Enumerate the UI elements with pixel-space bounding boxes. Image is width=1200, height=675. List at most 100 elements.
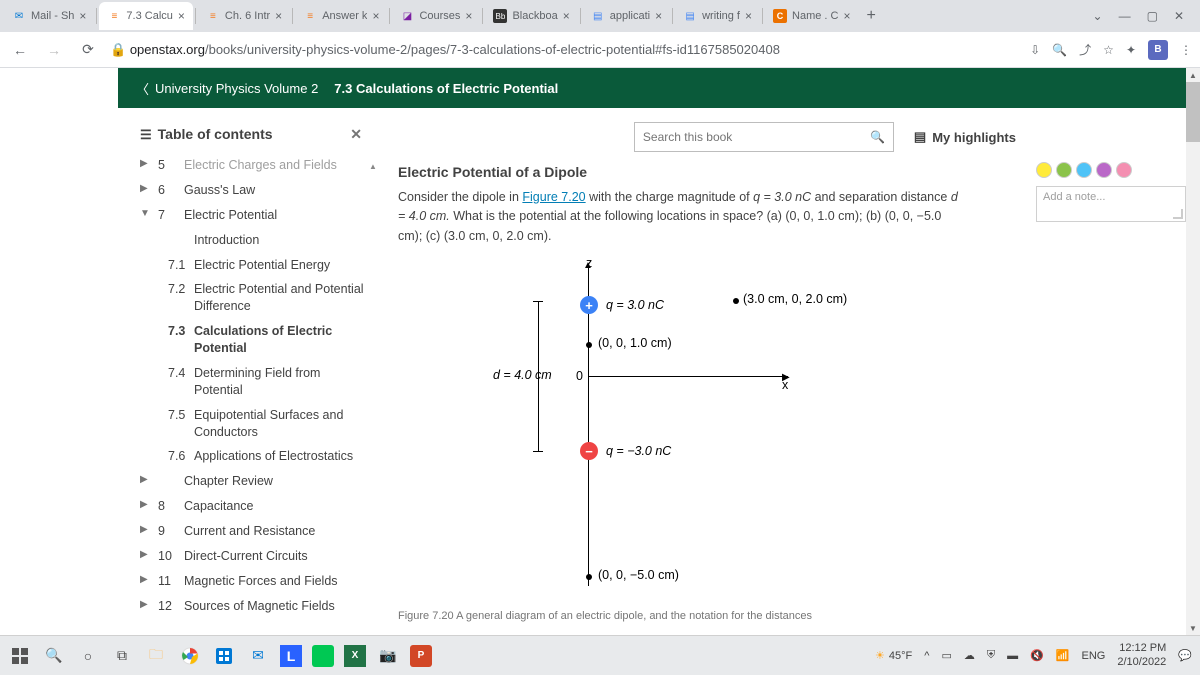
search-book-input[interactable]: 🔍 [634, 122, 894, 152]
tray-chevron-icon[interactable]: ^ [924, 650, 929, 662]
section-title: Electric Potential of a Dipole [398, 164, 1016, 180]
figure-link[interactable]: Figure 7.20 [522, 190, 585, 204]
tab-chegg[interactable]: CName . C× [765, 2, 858, 30]
store-icon[interactable] [212, 644, 236, 668]
chrome-icon[interactable] [178, 644, 202, 668]
volume-icon[interactable]: 🔇 [1030, 649, 1044, 662]
tab-writing[interactable]: ▤writing f× [675, 2, 760, 30]
highlight-color[interactable] [1056, 162, 1072, 178]
back-button[interactable]: ← [8, 38, 32, 62]
tab-courses[interactable]: ◪Courses× [392, 2, 480, 30]
positive-charge-icon: + [580, 296, 598, 314]
toc-item[interactable]: ▼7Electric Potential [118, 203, 370, 228]
forward-button[interactable]: → [42, 38, 66, 62]
new-tab-button[interactable]: + [859, 7, 884, 25]
highlight-color[interactable] [1096, 162, 1112, 178]
toc-item[interactable]: 7.5Equipotential Surfaces and Conductors [118, 403, 370, 445]
battery-icon[interactable]: ▭ [941, 649, 951, 662]
close-icon[interactable]: × [178, 9, 185, 23]
toc-item[interactable]: 7.6Applications of Electrostatics [118, 444, 370, 469]
book-back-link[interactable]: 〈 University Physics Volume 2 [136, 79, 318, 98]
close-icon[interactable]: × [465, 9, 472, 23]
close-icon[interactable]: × [563, 9, 570, 23]
language-indicator[interactable]: ENG [1082, 650, 1106, 662]
close-icon[interactable]: × [745, 9, 752, 23]
app-green-icon[interactable] [312, 645, 334, 667]
close-icon[interactable]: × [655, 9, 662, 23]
toc-item[interactable]: 7.2Electric Potential and Potential Diff… [118, 277, 370, 319]
d-label: d = 4.0 cm [493, 368, 552, 382]
explorer-icon[interactable]: 🗀 [144, 644, 168, 668]
minimize-icon[interactable]: — [1119, 9, 1131, 23]
book-header: 〈 University Physics Volume 2 7.3 Calcul… [118, 68, 1186, 108]
task-view-icon[interactable]: ⧉ [110, 644, 134, 668]
page-scrollbar[interactable]: ▲ ▼ [1186, 68, 1200, 635]
search-icon[interactable]: 🔍 [870, 130, 885, 144]
close-icon[interactable]: × [372, 9, 379, 23]
toc-close-button[interactable]: ✕ [350, 126, 370, 143]
search-icon[interactable]: 🔍 [1052, 43, 1067, 57]
close-icon[interactable]: × [843, 9, 850, 23]
toc-item[interactable]: 7.1Electric Potential Energy [118, 253, 370, 278]
toc-item[interactable]: ▶Chapter Review [118, 469, 370, 494]
table-of-contents: ☰Table of contents ✕ ▶5Electric Charges … [118, 122, 378, 623]
powerpoint-icon[interactable]: P [410, 645, 432, 667]
figure-caption: Figure 7.20 A general diagram of an elec… [398, 610, 1016, 622]
security-icon[interactable]: ⛨ [987, 649, 995, 662]
close-window-icon[interactable]: ✕ [1174, 9, 1184, 23]
url-field[interactable]: 🔒 openstax.org/books/university-physics-… [110, 42, 1020, 58]
toc-item[interactable]: ▶10Direct-Current Circuits [118, 544, 370, 569]
toc-item[interactable]: ▶8Capacitance [118, 494, 370, 519]
wifi-icon[interactable]: 📶 [1056, 649, 1070, 662]
toc-item[interactable]: 7.3Calculations of Electric Potential [118, 319, 370, 361]
close-icon[interactable]: × [79, 9, 86, 23]
address-bar: ← → ⟳ 🔒 openstax.org/books/university-ph… [0, 32, 1200, 68]
tab-answer[interactable]: ≡Answer k× [295, 2, 387, 30]
toc-item[interactable]: 7.4Determining Field from Potential [118, 361, 370, 403]
cortana-icon[interactable]: ○ [76, 644, 100, 668]
toc-scrollbar[interactable]: ▲ [368, 162, 378, 623]
toc-item[interactable]: ▶13Electromagnetic Induction [118, 619, 370, 624]
tab-openstax-active[interactable]: ≡7.3 Calcu× [99, 2, 193, 30]
toc-item[interactable]: ▶9Current and Resistance [118, 519, 370, 544]
bookmark-icon[interactable]: ☆ [1103, 43, 1114, 57]
weather-widget[interactable]: ☀45°F [875, 649, 912, 662]
toc-item[interactable]: ▶12Sources of Magnetic Fields [118, 594, 370, 619]
extensions-icon[interactable]: ✦ [1126, 43, 1136, 57]
tab-mail[interactable]: ✉Mail - Sh× [4, 2, 94, 30]
onedrive-icon[interactable]: ☁ [964, 649, 975, 662]
app-l-icon[interactable]: L [280, 645, 302, 667]
book-section-title: 7.3 Calculations of Electric Potential [334, 81, 558, 96]
highlight-color[interactable] [1076, 162, 1092, 178]
tab-application[interactable]: ▤applicati× [583, 2, 670, 30]
page-viewport: 〈 University Physics Volume 2 7.3 Calcul… [0, 68, 1186, 635]
extension-b-icon[interactable]: B [1148, 40, 1168, 60]
menu-icon[interactable]: ⋮ [1180, 43, 1192, 57]
toc-item[interactable]: ▶11Magnetic Forces and Fields [118, 569, 370, 594]
clock[interactable]: 12:12 PM 2/10/2022 [1117, 642, 1166, 668]
tab-blackboard[interactable]: BbBlackboa× [485, 2, 577, 30]
highlight-color[interactable] [1116, 162, 1132, 178]
chevron-left-icon: 〈 [136, 79, 149, 98]
highlight-color[interactable] [1036, 162, 1052, 178]
maximize-icon[interactable]: ▢ [1147, 9, 1158, 23]
mail-icon[interactable]: ✉ [246, 644, 270, 668]
problem-text: Consider the dipole in Figure 7.20 with … [398, 188, 958, 246]
toc-item[interactable]: ▶5Electric Charges and Fields [118, 153, 370, 178]
camera-icon[interactable]: 📷 [376, 644, 400, 668]
toc-item[interactable]: Introduction [118, 228, 370, 253]
reload-button[interactable]: ⟳ [76, 38, 100, 62]
chevron-down-icon[interactable]: ⌄ [1093, 9, 1103, 23]
start-button[interactable] [8, 644, 32, 668]
power-icon[interactable]: ▬ [1007, 650, 1018, 662]
share-icon[interactable]: ⤴ [1079, 41, 1091, 58]
search-taskbar-icon[interactable]: 🔍 [42, 644, 66, 668]
install-icon[interactable]: ⇩ [1030, 43, 1040, 57]
toc-item[interactable]: ▶6Gauss's Law [118, 178, 370, 203]
my-highlights-button[interactable]: ▤ My highlights [914, 129, 1016, 145]
close-icon[interactable]: × [275, 9, 282, 23]
tab-ch6[interactable]: ≡Ch. 6 Intr× [198, 2, 290, 30]
excel-icon[interactable]: X [344, 645, 366, 667]
notifications-icon[interactable]: 💬 [1178, 649, 1192, 662]
add-note-input[interactable]: Add a note... [1036, 186, 1186, 222]
